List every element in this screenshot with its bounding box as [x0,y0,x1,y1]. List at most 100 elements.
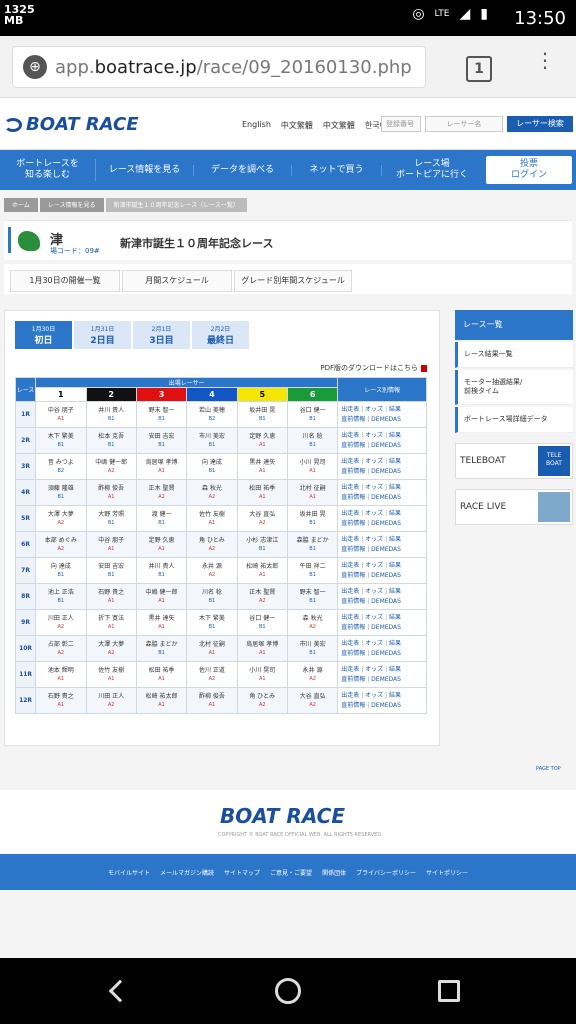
preview-link[interactable]: 直前情報 [341,520,365,527]
racer-name[interactable]: 烏居塚 孝博 [238,641,287,649]
racer-name[interactable]: 松田 祐季 [238,485,287,493]
racer-name[interactable]: 折下 寛法 [87,615,136,623]
racer-name[interactable]: 井川 貴人 [137,563,186,571]
race-number[interactable]: 2R [14,427,37,454]
racer-name[interactable]: 木下 繁美 [187,615,236,623]
racer-name[interactable]: 音 みつよ [36,459,85,467]
footer-link-mobile[interactable]: モバイルサイト [108,868,150,877]
lang-english[interactable]: English [242,120,271,131]
lang-chinese-2[interactable]: 中文繁體 [323,120,355,131]
racer-name[interactable]: 川田 正人 [36,615,85,623]
racer-name[interactable]: 森 秋光 [187,485,236,493]
racer-name[interactable]: 黒井 達矢 [238,459,287,467]
nav-learn[interactable]: ボートレースを 知る楽しむ [0,159,96,181]
tab-monthly[interactable]: 月間スケジュール [122,270,232,292]
racer-name[interactable]: 中嶋 健一郎 [87,459,136,467]
entry-list-link[interactable]: 出走表 [341,406,359,413]
entry-list-link[interactable]: 出走表 [341,692,359,699]
odds-link[interactable]: オッズ [365,588,383,595]
result-link[interactable]: 結果 [389,484,401,491]
racer-name[interactable]: 中谷 朋子 [36,407,85,415]
racer-name[interactable]: 井川 貴人 [87,407,136,415]
racer-name[interactable]: 森脇 まどか [288,537,337,545]
racer-name[interactable]: 森脇 まどか [137,641,186,649]
register-number-input[interactable]: 登録番号 [381,116,421,132]
race-number[interactable]: 7R [14,557,37,584]
racer-name[interactable]: 松崎 祐太郎 [238,563,287,571]
odds-link[interactable]: オッズ [365,484,383,491]
racer-name[interactable]: 大野 芳照 [87,511,136,519]
teleboat-banner[interactable]: TELEBOAT TELE BOAT [455,443,573,479]
racer-name[interactable]: 午田 祥二 [288,563,337,571]
racer-name[interactable]: 谷口 健一 [288,407,337,415]
tab-grade-annual[interactable]: グレード別年間スケジュール [234,270,352,292]
racer-name[interactable]: 坂井田 晃 [288,511,337,519]
demedas-link[interactable]: DEMEDAS [371,546,401,553]
demedas-link[interactable]: DEMEDAS [371,676,401,683]
racer-name[interactable]: 野末 智一 [288,589,337,597]
odds-link[interactable]: オッズ [365,458,383,465]
racer-name[interactable]: 野末 智一 [137,407,186,415]
racer-name[interactable]: 正木 聖賢 [238,589,287,597]
racer-name[interactable]: 松崎 祐太郎 [137,693,186,701]
racer-name[interactable]: 永井 源 [187,563,236,571]
lang-chinese-1[interactable]: 中文繁體 [281,120,313,131]
back-icon[interactable] [108,979,132,1003]
racer-name[interactable]: 大澤 大夢 [87,641,136,649]
racer-name[interactable]: 川田 正人 [87,693,136,701]
tab-today-list[interactable]: 1月30日の開催一覧 [10,270,120,292]
entry-list-link[interactable]: 出走表 [341,640,359,647]
racer-name[interactable]: 大澤 大夢 [36,511,85,519]
entry-list-link[interactable]: 出走表 [341,484,359,491]
racer-name[interactable]: 定野 久恵 [238,433,287,441]
demedas-link[interactable]: DEMEDAS [371,416,401,423]
day-tab-1[interactable]: 1月30日 初日 [15,321,72,349]
race-number[interactable]: 8R [14,583,37,610]
racer-name[interactable]: 中嶋 健一郎 [137,589,186,597]
result-link[interactable]: 結果 [389,588,401,595]
boatrace-logo[interactable]: BOAT RACE [4,114,139,135]
odds-link[interactable]: オッズ [365,406,383,413]
demedas-link[interactable]: DEMEDAS [371,702,401,709]
racer-name[interactable]: 安田 吉宏 [87,563,136,571]
preview-link[interactable]: 直前情報 [341,442,365,449]
racer-name[interactable]: 本部 めぐみ [36,537,85,545]
address-bar[interactable]: ⊕ app.boatrace.jp/race/09_20160130.php [12,46,426,88]
preview-link[interactable]: 直前情報 [341,416,365,423]
race-number[interactable]: 11R [14,661,37,688]
racer-name[interactable]: 酢柳 俊吾 [187,693,236,701]
racer-name[interactable]: 大谷 直弘 [288,693,337,701]
nav-buy[interactable]: ネットで買う [292,164,382,176]
racer-name[interactable]: 池上 正浩 [36,589,85,597]
preview-link[interactable]: 直前情報 [341,676,365,683]
footer-link-feedback[interactable]: ご意見・ご要望 [270,868,312,877]
racer-name[interactable]: 小川 晃司 [238,667,287,675]
day-tab-4[interactable]: 2月2日 最終日 [192,321,249,349]
result-link[interactable]: 結果 [389,458,401,465]
racer-name[interactable]: 池本 輝明 [36,667,85,675]
result-link[interactable]: 結果 [389,614,401,621]
home-icon[interactable] [275,978,301,1004]
result-link[interactable]: 結果 [389,510,401,517]
race-number[interactable]: 6R [14,531,37,558]
result-link[interactable]: 結果 [389,562,401,569]
entry-list-link[interactable]: 出走表 [341,510,359,517]
odds-link[interactable]: オッズ [365,640,383,647]
footer-link-sitemap[interactable]: サイトマップ [224,868,260,877]
preview-link[interactable]: 直前情報 [341,650,365,657]
preview-link[interactable]: 直前情報 [341,702,365,709]
entry-list-link[interactable]: 出走表 [341,432,359,439]
race-number[interactable]: 5R [14,505,37,532]
racer-name-input[interactable]: レーサー名 [425,116,503,132]
racer-name[interactable]: 石野 貴之 [87,589,136,597]
preview-link[interactable]: 直前情報 [341,598,365,605]
racer-name[interactable]: 正木 聖賢 [137,485,186,493]
racer-name[interactable]: 佐川 正道 [187,667,236,675]
racer-name[interactable]: 安田 吉宏 [137,433,186,441]
odds-link[interactable]: オッズ [365,536,383,543]
footer-link-orgs[interactable]: 関係団体 [322,868,346,877]
racer-name[interactable]: 渡 健一 [137,511,186,519]
racer-name[interactable]: 角 ひとみ [238,693,287,701]
odds-link[interactable]: オッズ [365,432,383,439]
racer-name[interactable]: 佐竹 友樹 [87,667,136,675]
